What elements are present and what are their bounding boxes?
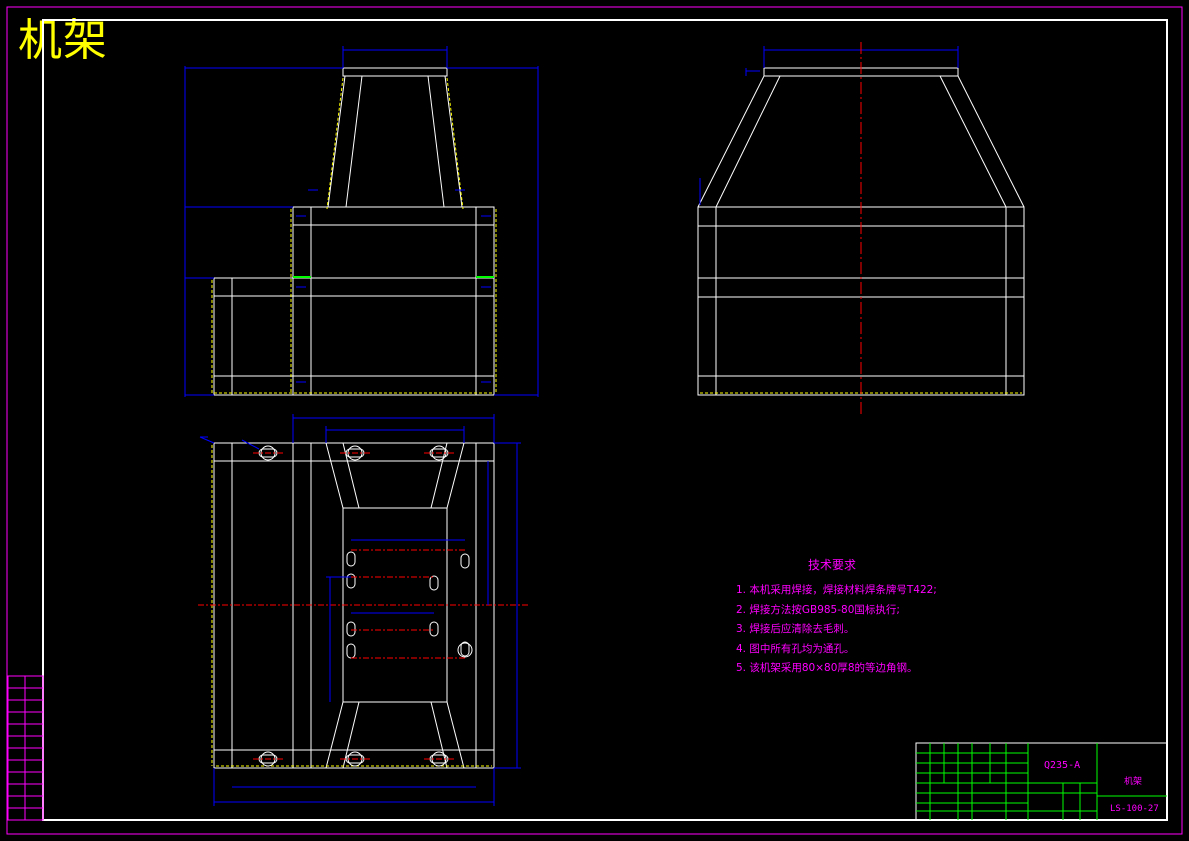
top-view [198,414,528,806]
technical-requirement-item: 5. 该机架采用80×80厚8的等边角钢。 [736,662,918,674]
side-view [697,42,1025,416]
left-record-strip [7,675,44,821]
technical-requirement-item: 4. 图中所有孔均为通孔。 [736,642,855,655]
title-block-material: Q235-A [1044,760,1081,771]
outer-sheet-border [6,6,1183,835]
front-view [184,46,539,397]
technical-requirement-item: 2. 焊接方法按GB985-80国标执行; [736,603,900,616]
technical-requirement-item: 3. 焊接后应清除去毛刺。 [736,623,855,635]
technical-requirement-item: 1. 本机采用焊接，焊接材料焊条牌号T422; [736,584,937,596]
title-block-drawing-number: LS-100-27 [1110,804,1159,814]
cad-drawing [6,6,1183,835]
technical-requirements-heading: 技术要求 [808,558,857,572]
technical-requirements: 技术要求 1. 本机采用焊接，焊接材料焊条牌号T422; 2. 焊接方法按GB9… [736,556,937,679]
title-block-part-name: 机架 [1124,777,1143,787]
